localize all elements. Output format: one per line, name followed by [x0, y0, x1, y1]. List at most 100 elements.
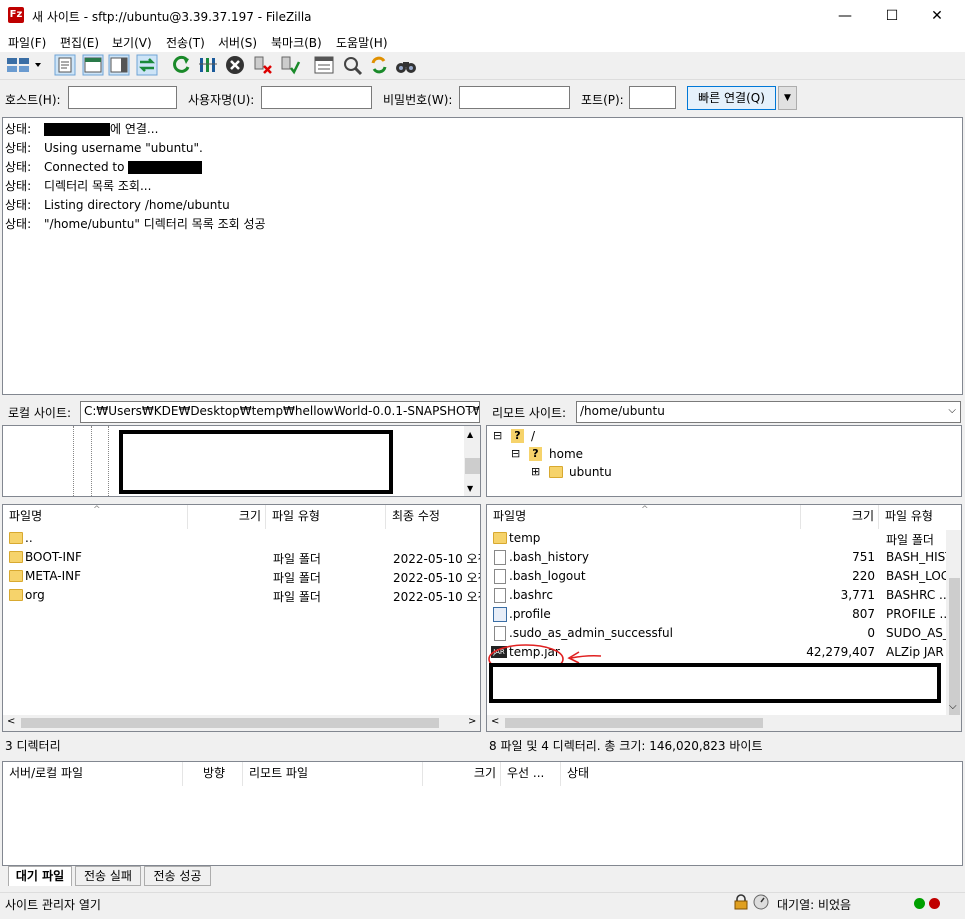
toggle-remote-tree-icon[interactable] [108, 54, 130, 76]
profile-file-icon [493, 607, 507, 622]
menu-help[interactable]: 도움말(H) [336, 34, 388, 51]
toggle-local-tree-icon[interactable] [82, 54, 104, 76]
local-col-modified[interactable]: 최종 수정 [386, 505, 480, 529]
process-queue-icon[interactable] [197, 54, 219, 76]
toggle-log-icon[interactable] [54, 54, 76, 76]
folder-icon [9, 532, 23, 544]
file-icon [494, 550, 506, 565]
message-log[interactable]: 상태: 에 연결... 상태: Using username "ubuntu". 상… [2, 117, 963, 395]
local-site-label: 로컬 사이트: [8, 406, 72, 420]
toggle-queue-icon[interactable] [136, 54, 158, 76]
local-file-list[interactable]: 파일명 크기 파일 유형 최종 수정 ^ .. BOOT-INF 파일 폴더 2… [2, 504, 481, 732]
list-item[interactable]: BOOT-INF 파일 폴더 2022-05-10 오전 [3, 549, 480, 568]
folder-icon [9, 551, 23, 563]
remote-list-hscrollbar[interactable]: < [487, 715, 961, 731]
unknown-folder-icon: ? [511, 429, 524, 443]
remote-status-text: 8 파일 및 4 디렉터리. 총 크기: 146,020,823 바이트 [489, 739, 763, 753]
menu-edit[interactable]: 편집(E) [60, 34, 99, 51]
filezilla-logo-icon: Fz [8, 7, 24, 23]
log-line: 상태: 디렉터리 목록 조회... [5, 179, 152, 193]
list-item[interactable]: .profile 807 PROFILE ... [487, 606, 947, 625]
file-icon [494, 626, 506, 641]
menu-bookmarks[interactable]: 북마크(B) [271, 34, 322, 51]
local-list-hscrollbar[interactable]: < > [3, 715, 480, 731]
chevron-down-icon[interactable]: ⌵ [948, 405, 956, 416]
list-item[interactable]: .bashrc 3,771 BASHRC ... [487, 587, 947, 606]
username-label: 사용자명(U): [188, 93, 255, 107]
file-icon [494, 569, 506, 584]
remote-path-combobox[interactable]: /home/ubuntu ⌵ [576, 401, 961, 423]
cancel-operation-icon[interactable] [224, 54, 246, 76]
refresh-icon[interactable] [170, 54, 192, 76]
username-input[interactable] [261, 86, 372, 109]
menu-view[interactable]: 보기(V) [112, 34, 152, 51]
queue-col-status[interactable]: 상태 [561, 762, 681, 786]
minimize-button[interactable]: — [822, 0, 868, 32]
local-directory-tree[interactable]: ▲ ▼ [2, 425, 481, 497]
quickconnect-dropdown-button[interactable]: ▼ [778, 86, 797, 110]
local-path-text: C:₩Users₩KDE₩Desktop₩temp₩hellowWorld-0.… [84, 404, 480, 418]
host-input[interactable] [68, 86, 177, 109]
password-input[interactable] [459, 86, 570, 109]
list-item[interactable]: org 파일 폴더 2022-05-10 오전 [3, 587, 480, 606]
directory-listing-filter-icon[interactable] [313, 54, 335, 76]
remote-list-vscrollbar[interactable]: ⌵ [946, 530, 961, 718]
queue-status-text: 대기열: 비었음 [777, 898, 852, 912]
menu-server[interactable]: 서버(S) [218, 34, 257, 51]
window-title: 새 사이트 - sftp://ubuntu@3.39.37.197 - File… [32, 10, 312, 24]
log-line: 상태: Using username "ubuntu". [5, 141, 203, 155]
port-input[interactable] [629, 86, 676, 109]
list-item[interactable]: META-INF 파일 폴더 2022-05-10 오전 [3, 568, 480, 587]
disconnect-icon[interactable] [252, 54, 274, 76]
log-line: 상태: 에 연결... [5, 122, 159, 136]
close-window-button[interactable]: ✕ [914, 0, 960, 32]
transfer-led-green-icon [914, 898, 925, 909]
search-remote-files-icon[interactable] [395, 54, 417, 76]
remote-file-list[interactable]: 파일명 크기 파일 유형 ^ temp 파일 폴더 .bash_history … [486, 504, 962, 732]
queue-col-local-file[interactable]: 서버/로컬 파일 [3, 762, 183, 786]
sort-caret-icon: ^ [641, 505, 649, 515]
queue-col-direction[interactable]: 방향 [183, 762, 243, 786]
reconnect-icon[interactable] [279, 54, 301, 76]
menu-transfer[interactable]: 전송(T) [166, 34, 205, 51]
expand-icon[interactable]: ⊞ [531, 465, 540, 478]
site-manager-icon[interactable] [5, 54, 45, 76]
local-col-type[interactable]: 파일 유형 [266, 505, 386, 529]
local-tree-scrollbar[interactable]: ▲ ▼ [464, 426, 480, 496]
maximize-button[interactable]: ☐ [869, 0, 915, 32]
menu-file[interactable]: 파일(F) [8, 34, 46, 51]
remote-directory-tree[interactable]: ⊟ ? / ⊟ ? home ⊞ ubuntu [486, 425, 962, 497]
remote-col-type[interactable]: 파일 유형 [879, 505, 961, 529]
list-item[interactable]: .. [3, 530, 480, 549]
list-item[interactable]: temp 파일 폴더 [487, 530, 947, 549]
queue-col-remote-file[interactable]: 리모트 파일 [243, 762, 423, 786]
tab-failed-transfers[interactable]: 전송 실패 [75, 866, 141, 886]
tab-successful-transfers[interactable]: 전송 성공 [144, 866, 211, 886]
collapse-icon[interactable]: ⊟ [493, 429, 502, 442]
list-item[interactable]: .bash_history 751 BASH_HISTORY [487, 549, 947, 568]
lock-icon [734, 894, 748, 910]
unknown-folder-icon: ? [529, 447, 542, 461]
queue-col-size[interactable]: 크기 [423, 762, 501, 786]
remote-col-size[interactable]: 크기 [801, 505, 879, 529]
queue-col-priority[interactable]: 우선 ... [501, 762, 561, 786]
status-message: 사이트 관리자 열기 [5, 898, 101, 912]
local-path-combobox[interactable]: C:₩Users₩KDE₩Desktop₩temp₩hellowWorld-0.… [80, 401, 480, 423]
compare-directories-icon[interactable] [341, 54, 363, 76]
redacted-host [128, 161, 203, 174]
list-item[interactable]: .bash_logout 220 BASH_LOGOUT [487, 568, 947, 587]
speed-limit-icon[interactable] [753, 894, 769, 910]
transfer-queue[interactable]: 서버/로컬 파일 방향 리모트 파일 크기 우선 ... 상태 [2, 761, 963, 866]
collapse-icon[interactable]: ⊟ [511, 447, 520, 460]
sort-caret-icon: ^ [93, 505, 101, 515]
synchronized-browsing-icon[interactable] [368, 54, 390, 76]
folder-icon [549, 466, 563, 478]
password-label: 비밀번호(W): [383, 93, 453, 107]
local-col-size[interactable]: 크기 [188, 505, 266, 529]
chevron-down-icon[interactable]: ⌵ [467, 405, 475, 416]
remote-site-label: 리모트 사이트: [492, 406, 567, 420]
redacted-tree-area [119, 430, 393, 494]
tab-queued-files[interactable]: 대기 파일 [8, 866, 72, 886]
quickconnect-button[interactable]: 빠른 연결(Q) [687, 86, 776, 110]
transfer-led-red-icon [929, 898, 940, 909]
